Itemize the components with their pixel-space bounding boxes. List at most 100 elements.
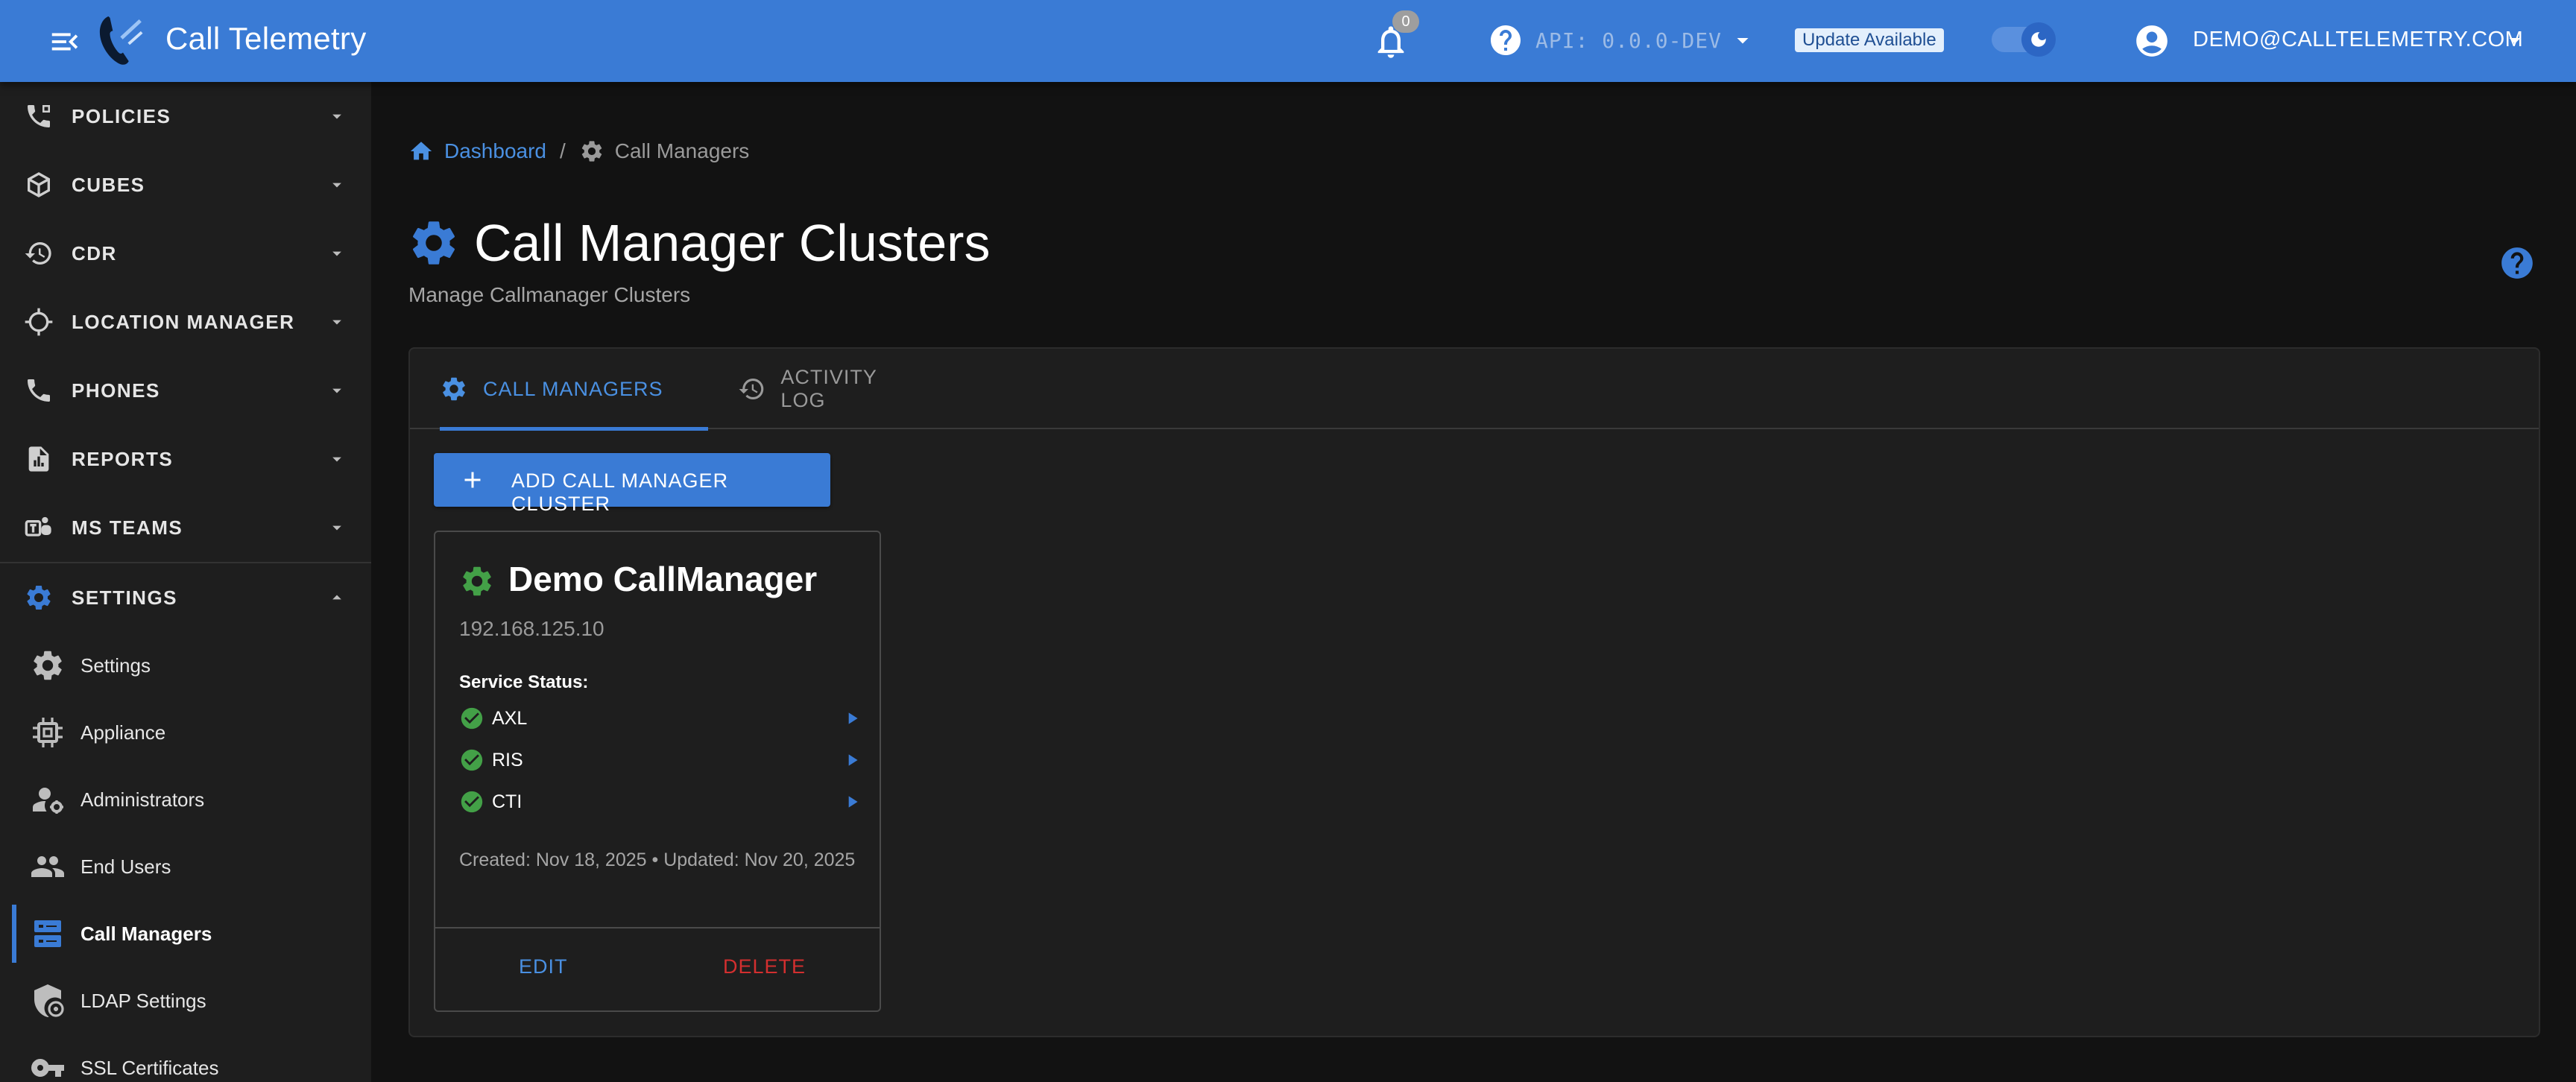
tab-label: CALL MANAGERS bbox=[483, 377, 663, 400]
server-icon bbox=[34, 920, 61, 947]
sidebar-item-ssl-certificates[interactable]: SSL Certificates bbox=[0, 1034, 371, 1082]
sidebar-group-phones[interactable]: PHONES bbox=[0, 356, 371, 425]
clusters-panel: CALL MANAGERS ACTIVITY LOG ADD CALL MANA… bbox=[408, 347, 2540, 1037]
page-subtitle: Manage Callmanager Clusters bbox=[408, 283, 691, 306]
sidebar-group-cubes[interactable]: CUBES bbox=[0, 151, 371, 219]
sidebar-group-ms-teams[interactable]: MS TEAMS bbox=[0, 493, 371, 562]
moon-icon bbox=[2021, 22, 2056, 57]
history-icon bbox=[739, 378, 764, 400]
help-circle-icon[interactable] bbox=[1488, 22, 1524, 58]
report-icon bbox=[28, 446, 49, 472]
service-name: AXL bbox=[492, 707, 528, 729]
call-telemetry-logo-icon bbox=[99, 16, 143, 65]
chevron-down-icon bbox=[332, 388, 341, 393]
page-title: Call Manager Clusters bbox=[474, 214, 991, 272]
sidebar-item-label: Administrators bbox=[80, 788, 205, 811]
sidebar-item-ldap-settings[interactable]: LDAP Settings bbox=[0, 967, 371, 1034]
sidebar-group-label: REPORTS bbox=[72, 447, 174, 470]
service-row-ris: RIS bbox=[459, 745, 862, 775]
sidebar: POLICIES CUBES CDR LOCATION MANAGER PHON… bbox=[0, 82, 371, 1082]
breadcrumb-dashboard-link[interactable]: Dashboard bbox=[444, 139, 546, 163]
api-version-label[interactable]: API: 0.0.0-DEV bbox=[1535, 28, 1722, 53]
sidebar-group-label: POLICIES bbox=[72, 104, 171, 127]
edit-button[interactable]: EDIT bbox=[519, 955, 568, 978]
phone-icon bbox=[28, 379, 50, 402]
card-actions: EDIT DELETE bbox=[435, 927, 880, 1010]
sidebar-item-appliance[interactable]: Appliance bbox=[0, 699, 371, 766]
chip-icon bbox=[33, 718, 63, 747]
help-circle-icon[interactable] bbox=[2498, 244, 2536, 282]
button-label: ADD CALL MANAGER CLUSTER bbox=[511, 469, 729, 515]
sidebar-group-location-manager[interactable]: LOCATION MANAGER bbox=[0, 288, 371, 356]
gear-icon bbox=[34, 651, 62, 680]
main-content: Dashboard / Call Managers Call Manager C… bbox=[371, 82, 2576, 1082]
sidebar-item-administrators[interactable]: Administrators bbox=[0, 766, 371, 833]
check-circle-icon bbox=[461, 749, 483, 771]
gear-icon bbox=[581, 141, 602, 162]
cluster-dates: Created: Nov 18, 2025 • Updated: Nov 20,… bbox=[459, 850, 856, 870]
account-circle-icon[interactable] bbox=[2133, 22, 2171, 60]
cube-icon bbox=[28, 172, 50, 197]
teams-icon bbox=[25, 516, 51, 537]
top-app-bar: Call Telemetry 0 API: 0.0.0-DEV Update A… bbox=[0, 0, 2576, 82]
phone-policy-icon bbox=[28, 105, 50, 127]
cluster-name: Demo CallManager bbox=[508, 560, 818, 598]
sidebar-group-label: LOCATION MANAGER bbox=[72, 310, 295, 333]
play-arrow-icon[interactable] bbox=[842, 709, 862, 728]
gear-icon bbox=[443, 377, 465, 401]
sidebar-group-label: CUBES bbox=[72, 173, 145, 196]
tab-call-managers[interactable]: CALL MANAGERS bbox=[440, 349, 708, 431]
sidebar-group-reports[interactable]: REPORTS bbox=[0, 425, 371, 493]
sidebar-item-call-managers[interactable]: Call Managers bbox=[0, 900, 371, 967]
delete-button[interactable]: DELETE bbox=[723, 955, 806, 978]
sidebar-item-end-users[interactable]: End Users bbox=[0, 833, 371, 900]
chevron-up-icon bbox=[332, 595, 341, 600]
sidebar-item-label: End Users bbox=[80, 855, 171, 878]
crosshair-icon bbox=[25, 308, 53, 336]
sidebar-item-settings[interactable]: Settings bbox=[0, 632, 371, 699]
service-name: RIS bbox=[492, 749, 523, 771]
theme-toggle-switch[interactable] bbox=[1992, 22, 2056, 57]
sidebar-item-label: SSL Certificates bbox=[80, 1056, 219, 1079]
menu-collapse-icon[interactable] bbox=[48, 25, 82, 59]
gear-icon bbox=[412, 221, 455, 265]
play-arrow-icon[interactable] bbox=[842, 750, 862, 770]
shield-icon bbox=[34, 984, 64, 1017]
tab-bar: CALL MANAGERS ACTIVITY LOG bbox=[410, 349, 2539, 431]
service-name: CTI bbox=[492, 791, 523, 812]
home-icon[interactable] bbox=[408, 139, 434, 164]
breadcrumb: Dashboard / Call Managers bbox=[408, 139, 749, 164]
sidebar-group-settings[interactable]: SETTINGS bbox=[0, 563, 371, 632]
chevron-down-icon bbox=[332, 183, 341, 188]
chevron-down-icon[interactable] bbox=[1729, 27, 1756, 54]
gear-icon bbox=[463, 566, 491, 596]
cluster-card: Demo CallManager 192.168.125.10 Service … bbox=[434, 531, 881, 1012]
chevron-down-icon bbox=[332, 457, 341, 462]
breadcrumb-current: Call Managers bbox=[614, 139, 750, 162]
check-circle-icon bbox=[461, 707, 483, 730]
chevron-down-icon[interactable] bbox=[2501, 27, 2528, 54]
sidebar-group-label: SETTINGS bbox=[72, 586, 178, 609]
cluster-ip: 192.168.125.10 bbox=[459, 617, 604, 640]
update-available-badge[interactable]: Update Available bbox=[1795, 28, 1944, 52]
key-icon bbox=[31, 1059, 64, 1077]
chevron-down-icon bbox=[332, 525, 341, 531]
app-title: Call Telemetry bbox=[165, 21, 367, 56]
gear-icon bbox=[27, 585, 51, 610]
user-email[interactable]: DEMO@CALLTELEMETRY.COM bbox=[2193, 28, 2523, 52]
plus-icon bbox=[464, 472, 481, 488]
add-call-manager-cluster-button[interactable]: ADD CALL MANAGER CLUSTER bbox=[434, 453, 830, 515]
sidebar-group-label: MS TEAMS bbox=[72, 516, 183, 539]
service-row-axl: AXL bbox=[459, 703, 862, 733]
service-status-label: Service Status: bbox=[459, 672, 589, 692]
history-icon bbox=[25, 242, 51, 265]
tab-activity-log[interactable]: ACTIVITY LOG bbox=[710, 349, 926, 429]
sidebar-item-label: Call Managers bbox=[80, 922, 212, 945]
sidebar-group-label: PHONES bbox=[72, 379, 160, 402]
play-arrow-icon[interactable] bbox=[842, 792, 862, 812]
tab-label: ACTIVITY LOG bbox=[780, 366, 877, 411]
notification-count-badge: 0 bbox=[1392, 10, 1419, 33]
people-icon bbox=[31, 856, 64, 877]
sidebar-group-policies[interactable]: POLICIES bbox=[0, 82, 371, 151]
sidebar-group-cdr[interactable]: CDR bbox=[0, 219, 371, 288]
